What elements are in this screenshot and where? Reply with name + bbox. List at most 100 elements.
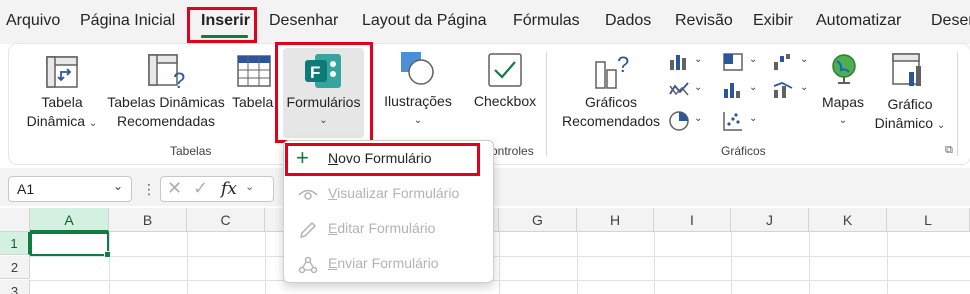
combo-chart-icon bbox=[773, 82, 793, 98]
column-header-b[interactable]: B bbox=[109, 208, 187, 232]
column-header-h[interactable]: H bbox=[577, 208, 654, 232]
waterfall-chart-icon bbox=[774, 54, 790, 70]
formula-controls: ✕ ✓ fx ⌄ bbox=[160, 176, 274, 202]
group-label-tabelas: Tabelas bbox=[170, 144, 212, 158]
forms-label: Formulários bbox=[286, 94, 361, 110]
name-box-value: A1 bbox=[17, 181, 35, 197]
chevron-down-icon: ⌄ bbox=[413, 115, 423, 126]
forms-button[interactable]: F Formulários ⌄ bbox=[283, 48, 364, 138]
chevron-down-icon: ⌄ bbox=[838, 115, 848, 126]
gridline bbox=[30, 280, 970, 281]
enter-icon[interactable]: ✓ bbox=[193, 178, 208, 199]
chevron-down-icon: ⌄ bbox=[319, 115, 328, 126]
maps-icon bbox=[832, 54, 856, 84]
checkbox-label: Checkbox bbox=[473, 93, 537, 109]
illustrations-label: Ilustrações bbox=[384, 93, 452, 109]
chevron-down-icon[interactable]: ⌄ bbox=[245, 180, 254, 193]
chevron-down-icon: ⌄ bbox=[749, 82, 758, 93]
column-header-a[interactable]: A bbox=[30, 208, 109, 232]
hierarchy-chart-icon bbox=[723, 53, 743, 71]
new-form-menu-item[interactable]: + Novo Formulário bbox=[296, 146, 476, 170]
gridline bbox=[654, 232, 655, 294]
chevron-down-icon: ⌄ bbox=[694, 82, 703, 93]
tab-desenhar[interactable]: Desenhar bbox=[269, 12, 338, 30]
chevron-down-icon: ⌄ bbox=[800, 54, 809, 65]
pivot-chart-icon bbox=[892, 53, 921, 86]
column-header-j[interactable]: J bbox=[731, 208, 809, 232]
tab-desenvolvedor[interactable]: Desen bbox=[931, 12, 970, 30]
table-label: Tabela bbox=[232, 94, 274, 110]
edit-form-menu-item[interactable]: Editar Formulário bbox=[296, 220, 476, 240]
send-form-menu-item[interactable]: Enviar Formulário bbox=[296, 255, 476, 275]
bar-chart-icon bbox=[670, 55, 686, 70]
more-options-icon[interactable]: ⋮ bbox=[142, 181, 156, 198]
menu-bar: Arquivo Página Inicial Inserir Desenhar … bbox=[0, 0, 970, 44]
tab-exibir[interactable]: Exibir bbox=[753, 12, 793, 30]
cancel-icon[interactable]: ✕ bbox=[167, 178, 182, 199]
row-header-2[interactable]: 2 bbox=[0, 256, 30, 279]
tab-inserir[interactable]: Inserir bbox=[201, 12, 250, 30]
recommended-charts-label-2: Recomendados bbox=[561, 113, 661, 129]
send-form-label: Enviar Formulário bbox=[328, 255, 439, 271]
gridline bbox=[809, 232, 810, 294]
chevron-down-icon[interactable]: ⌄ bbox=[113, 179, 123, 193]
maps-label: Mapas bbox=[821, 94, 865, 110]
pie-chart-icon bbox=[669, 111, 689, 131]
pencil-icon bbox=[299, 221, 317, 239]
svg-text:?: ? bbox=[173, 68, 185, 90]
line-chart-icon bbox=[669, 82, 689, 96]
gridline bbox=[30, 256, 970, 257]
column-header-g[interactable]: G bbox=[499, 208, 577, 232]
eye-icon bbox=[298, 189, 318, 200]
gridline bbox=[577, 232, 578, 294]
pivot-table-icon bbox=[46, 56, 78, 88]
column-header-l[interactable]: L bbox=[887, 208, 970, 232]
row-header-1[interactable]: 1 bbox=[0, 232, 30, 255]
tab-pagina-inicial[interactable]: Página Inicial bbox=[80, 12, 175, 30]
recommended-pivot-label-1: Tabelas Dinâmicas bbox=[107, 94, 225, 110]
group-separator bbox=[546, 52, 547, 156]
chevron-down-icon: ⌄ bbox=[800, 82, 809, 93]
insert-function-icon[interactable]: fx bbox=[221, 179, 237, 199]
gridline bbox=[265, 232, 266, 294]
tab-dados[interactable]: Dados bbox=[605, 12, 651, 30]
recommended-pivot-icon: ? bbox=[148, 54, 185, 90]
pivot-table-label-2: Dinâmica bbox=[26, 113, 86, 129]
chevron-down-icon: ⌄ bbox=[694, 113, 703, 124]
statistic-chart-icon bbox=[724, 83, 740, 98]
name-box[interactable]: A1 ⌄ bbox=[8, 176, 132, 202]
illustrations-icon bbox=[401, 52, 434, 85]
tab-arquivo[interactable]: Arquivo bbox=[6, 12, 60, 30]
column-header-c[interactable]: C bbox=[187, 208, 265, 232]
active-cell-a1[interactable] bbox=[30, 232, 111, 258]
share-icon bbox=[298, 256, 318, 274]
gridline bbox=[187, 232, 188, 294]
svg-text:F: F bbox=[310, 63, 320, 82]
chevron-down-icon: ⌄ bbox=[749, 54, 758, 65]
scatter-chart-icon bbox=[723, 112, 742, 131]
tab-layout-da-pagina[interactable]: Layout da Página bbox=[362, 12, 487, 30]
column-header-k[interactable]: K bbox=[809, 208, 887, 232]
plus-icon: + bbox=[296, 145, 309, 170]
select-all-corner[interactable] bbox=[0, 208, 30, 232]
gridline bbox=[731, 232, 732, 294]
gridline bbox=[499, 232, 500, 294]
pivot-table-label-1: Tabela bbox=[41, 94, 83, 110]
active-tab-indicator bbox=[201, 35, 248, 38]
chevron-down-icon: ⌄ bbox=[749, 113, 758, 124]
group-label-controles: ontroles bbox=[491, 144, 534, 158]
view-form-label: Visualizar Formulário bbox=[328, 185, 460, 201]
gridline bbox=[887, 232, 888, 294]
view-form-menu-item[interactable]: Visualizar Formulário bbox=[296, 185, 476, 205]
dialog-launcher-icon[interactable]: ⧉ bbox=[945, 144, 953, 157]
gridline bbox=[109, 232, 110, 294]
row-header-3[interactable]: 3 bbox=[0, 280, 30, 294]
tab-revisao[interactable]: Revisão bbox=[675, 12, 733, 30]
tab-automatizar[interactable]: Automatizar bbox=[816, 12, 901, 30]
svg-text:?: ? bbox=[617, 52, 629, 77]
edit-form-label: Editar Formulário bbox=[328, 220, 436, 236]
group-label-graficos: Gráficos bbox=[721, 144, 766, 158]
column-header-i[interactable]: I bbox=[654, 208, 731, 232]
pivot-chart-label-2: Dinâmico bbox=[874, 115, 934, 131]
tab-formulas[interactable]: Fórmulas bbox=[513, 12, 580, 30]
